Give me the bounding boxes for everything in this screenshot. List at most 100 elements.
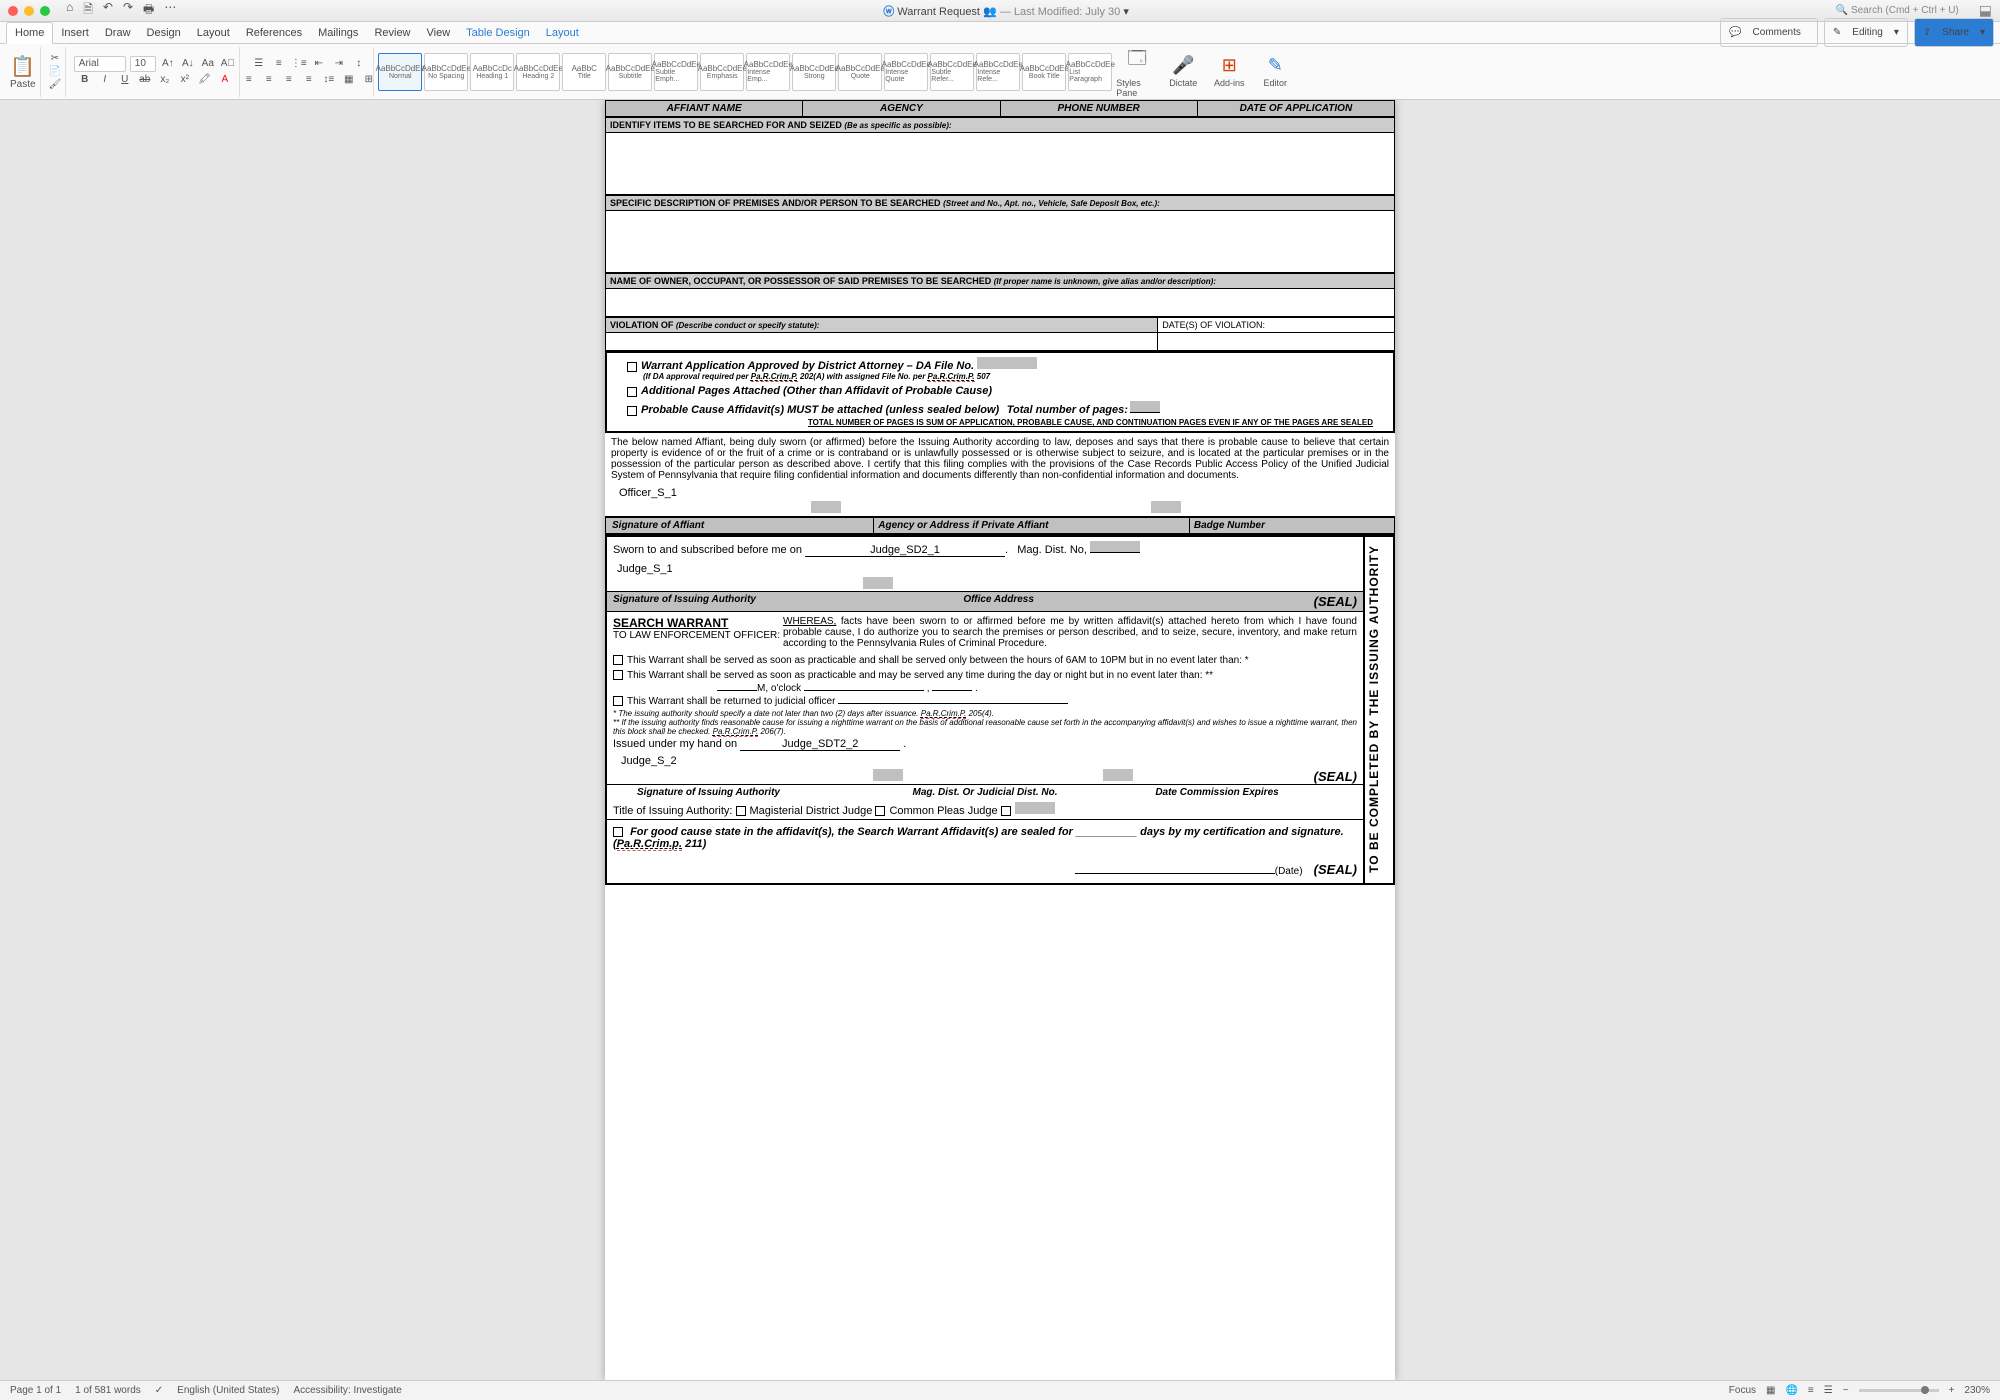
addins-icon[interactable]: ⊞ bbox=[1222, 55, 1237, 76]
highlight-icon[interactable]: 🖍 bbox=[197, 72, 213, 88]
chk-additional-pages[interactable] bbox=[627, 387, 637, 397]
borders-icon[interactable]: ⊞ bbox=[361, 72, 377, 88]
strike-icon[interactable]: ab bbox=[137, 72, 153, 88]
increase-font-icon[interactable]: A↑ bbox=[160, 56, 176, 72]
print-icon[interactable]: 🖶 bbox=[143, 0, 154, 21]
chk-probable-cause[interactable] bbox=[627, 406, 637, 416]
style-tile-strong[interactable]: AaBbCcDdEeStrong bbox=[792, 53, 836, 91]
comments-button[interactable]: 💬 Comments bbox=[1720, 18, 1818, 47]
premises-field[interactable] bbox=[606, 211, 1395, 273]
font-size-select[interactable]: 10 bbox=[130, 56, 156, 72]
align-right-icon[interactable]: ≡ bbox=[281, 72, 297, 88]
tab-draw[interactable]: Draw bbox=[97, 23, 139, 43]
collapse-ribbon-icon[interactable]: ⬓ bbox=[1979, 2, 1992, 19]
copy-icon[interactable]: 📄 bbox=[49, 66, 61, 77]
tab-references[interactable]: References bbox=[238, 23, 310, 43]
styles-pane-icon[interactable]: 🗔 bbox=[1128, 46, 1148, 76]
superscript-icon[interactable]: x² bbox=[177, 72, 193, 88]
align-left-icon[interactable]: ≡ bbox=[241, 72, 257, 88]
multilevel-icon[interactable]: ⋮≡ bbox=[291, 56, 307, 72]
word-count[interactable]: 1 of 581 words bbox=[75, 1385, 141, 1396]
decrease-font-icon[interactable]: A↓ bbox=[180, 56, 196, 72]
total-pages-fill[interactable] bbox=[1130, 401, 1160, 413]
view-outline-icon[interactable]: ≡ bbox=[1808, 1385, 1814, 1396]
dictate-icon[interactable]: 🎤 bbox=[1172, 55, 1194, 76]
tab-table-design[interactable]: Table Design bbox=[458, 23, 538, 43]
change-case-icon[interactable]: Aa bbox=[200, 56, 216, 72]
save-icon[interactable]: 🗎 bbox=[83, 0, 93, 21]
owner-field[interactable] bbox=[606, 289, 1395, 317]
style-tile-subtle-emph-[interactable]: AaBbCcDdEeSubtle Emph... bbox=[654, 53, 698, 91]
minimize-icon[interactable] bbox=[24, 6, 34, 16]
spellcheck-icon[interactable]: ✓ bbox=[155, 1385, 163, 1396]
styles-gallery[interactable]: AaBbCcDdEeNormalAaBbCcDdEeNo SpacingAaBb… bbox=[378, 53, 1112, 91]
outdent-icon[interactable]: ⇤ bbox=[311, 56, 327, 72]
cut-icon[interactable]: ✂ bbox=[51, 53, 59, 64]
chk-w3[interactable] bbox=[613, 696, 623, 706]
chk-other[interactable] bbox=[1001, 806, 1011, 816]
chk-mdj[interactable] bbox=[736, 806, 746, 816]
share-button[interactable]: ⇪ Share ▾ bbox=[1914, 18, 1994, 47]
style-tile-subtitle[interactable]: AaBbCcDdEeSubtitle bbox=[608, 53, 652, 91]
zoom-in-icon[interactable]: + bbox=[1949, 1385, 1955, 1396]
style-tile-book-title[interactable]: AaBbCcDdEeBook Title bbox=[1022, 53, 1066, 91]
tab-insert[interactable]: Insert bbox=[53, 23, 97, 43]
justify-icon[interactable]: ≡ bbox=[301, 72, 317, 88]
zoom-level[interactable]: 230% bbox=[1964, 1385, 1990, 1396]
font-name-select[interactable]: Arial bbox=[74, 56, 126, 72]
style-tile-no-spacing[interactable]: AaBbCcDdEeNo Spacing bbox=[424, 53, 468, 91]
view-print-icon[interactable]: ▦ bbox=[1766, 1385, 1775, 1396]
page-indicator[interactable]: Page 1 of 1 bbox=[10, 1385, 61, 1396]
style-tile-normal[interactable]: AaBbCcDdEeNormal bbox=[378, 53, 422, 91]
chk-good-cause[interactable] bbox=[613, 827, 623, 837]
dates-field[interactable] bbox=[1158, 333, 1395, 351]
style-tile-heading-2[interactable]: AaBbCcDdEeHeading 2 bbox=[516, 53, 560, 91]
focus-mode[interactable]: Focus bbox=[1729, 1385, 1756, 1396]
style-tile-list-paragraph[interactable]: AaBbCcDdEeList Paragraph bbox=[1068, 53, 1112, 91]
subscript-icon[interactable]: x₂ bbox=[157, 72, 173, 88]
chk-da-approval[interactable] bbox=[627, 362, 637, 372]
style-tile-heading-1[interactable]: AaBbCcDcHeading 1 bbox=[470, 53, 514, 91]
clear-format-icon[interactable]: A⃠ bbox=[220, 56, 236, 72]
maximize-icon[interactable] bbox=[40, 6, 50, 16]
indent-icon[interactable]: ⇥ bbox=[331, 56, 347, 72]
style-tile-subtle-refer-[interactable]: AaBbCcDdEeSubtle Refer... bbox=[930, 53, 974, 91]
more-icon[interactable]: ⋯ bbox=[164, 0, 176, 21]
paste-icon[interactable]: 📋 bbox=[10, 54, 35, 79]
font-color-icon[interactable]: A bbox=[217, 72, 233, 88]
numbering-icon[interactable]: ≡ bbox=[271, 56, 287, 72]
style-tile-quote[interactable]: AaBbCcDdEeQuote bbox=[838, 53, 882, 91]
chk-w2[interactable] bbox=[613, 670, 623, 680]
underline-icon[interactable]: U bbox=[117, 72, 133, 88]
bold-icon[interactable]: B bbox=[77, 72, 93, 88]
bullets-icon[interactable]: ☰ bbox=[251, 56, 267, 72]
search-icon[interactable]: 🔍 bbox=[1836, 5, 1848, 16]
identify-field[interactable] bbox=[606, 133, 1395, 195]
sort-icon[interactable]: ↕ bbox=[351, 56, 367, 72]
chk-w1[interactable] bbox=[613, 655, 623, 665]
mag-fill[interactable] bbox=[1090, 541, 1140, 553]
tab-review[interactable]: Review bbox=[366, 23, 418, 43]
line-spacing-icon[interactable]: ↕≡ bbox=[321, 72, 337, 88]
undo-icon[interactable]: ↶ bbox=[103, 0, 113, 21]
search-placeholder[interactable]: Search (Cmd + Ctrl + U) bbox=[1851, 5, 1959, 16]
window-controls[interactable] bbox=[8, 6, 50, 16]
home-icon[interactable]: ⌂ bbox=[66, 0, 73, 21]
view-web-icon[interactable]: 🌐 bbox=[1785, 1385, 1797, 1396]
editor-icon[interactable]: ✎ bbox=[1268, 55, 1283, 76]
da-file-fill[interactable] bbox=[977, 357, 1037, 369]
style-tile-intense-emp-[interactable]: AaBbCcDdEeIntense Emp... bbox=[746, 53, 790, 91]
shading-icon[interactable]: ▦ bbox=[341, 72, 357, 88]
tab-design[interactable]: Design bbox=[139, 23, 189, 43]
tab-home[interactable]: Home bbox=[6, 22, 53, 44]
style-tile-intense-quote[interactable]: AaBbCcDdEeIntense Quote bbox=[884, 53, 928, 91]
align-center-icon[interactable]: ≡ bbox=[261, 72, 277, 88]
redo-icon[interactable]: ↷ bbox=[123, 0, 133, 21]
style-tile-intense-refe-[interactable]: AaBbCcDdEeIntense Refe... bbox=[976, 53, 1020, 91]
style-tile-title[interactable]: AaBbCTitle bbox=[562, 53, 606, 91]
zoom-out-icon[interactable]: − bbox=[1843, 1385, 1849, 1396]
tab-layout[interactable]: Layout bbox=[189, 23, 238, 43]
chk-cpj[interactable] bbox=[875, 806, 885, 816]
close-icon[interactable] bbox=[8, 6, 18, 16]
view-draft-icon[interactable]: ☰ bbox=[1824, 1385, 1833, 1396]
